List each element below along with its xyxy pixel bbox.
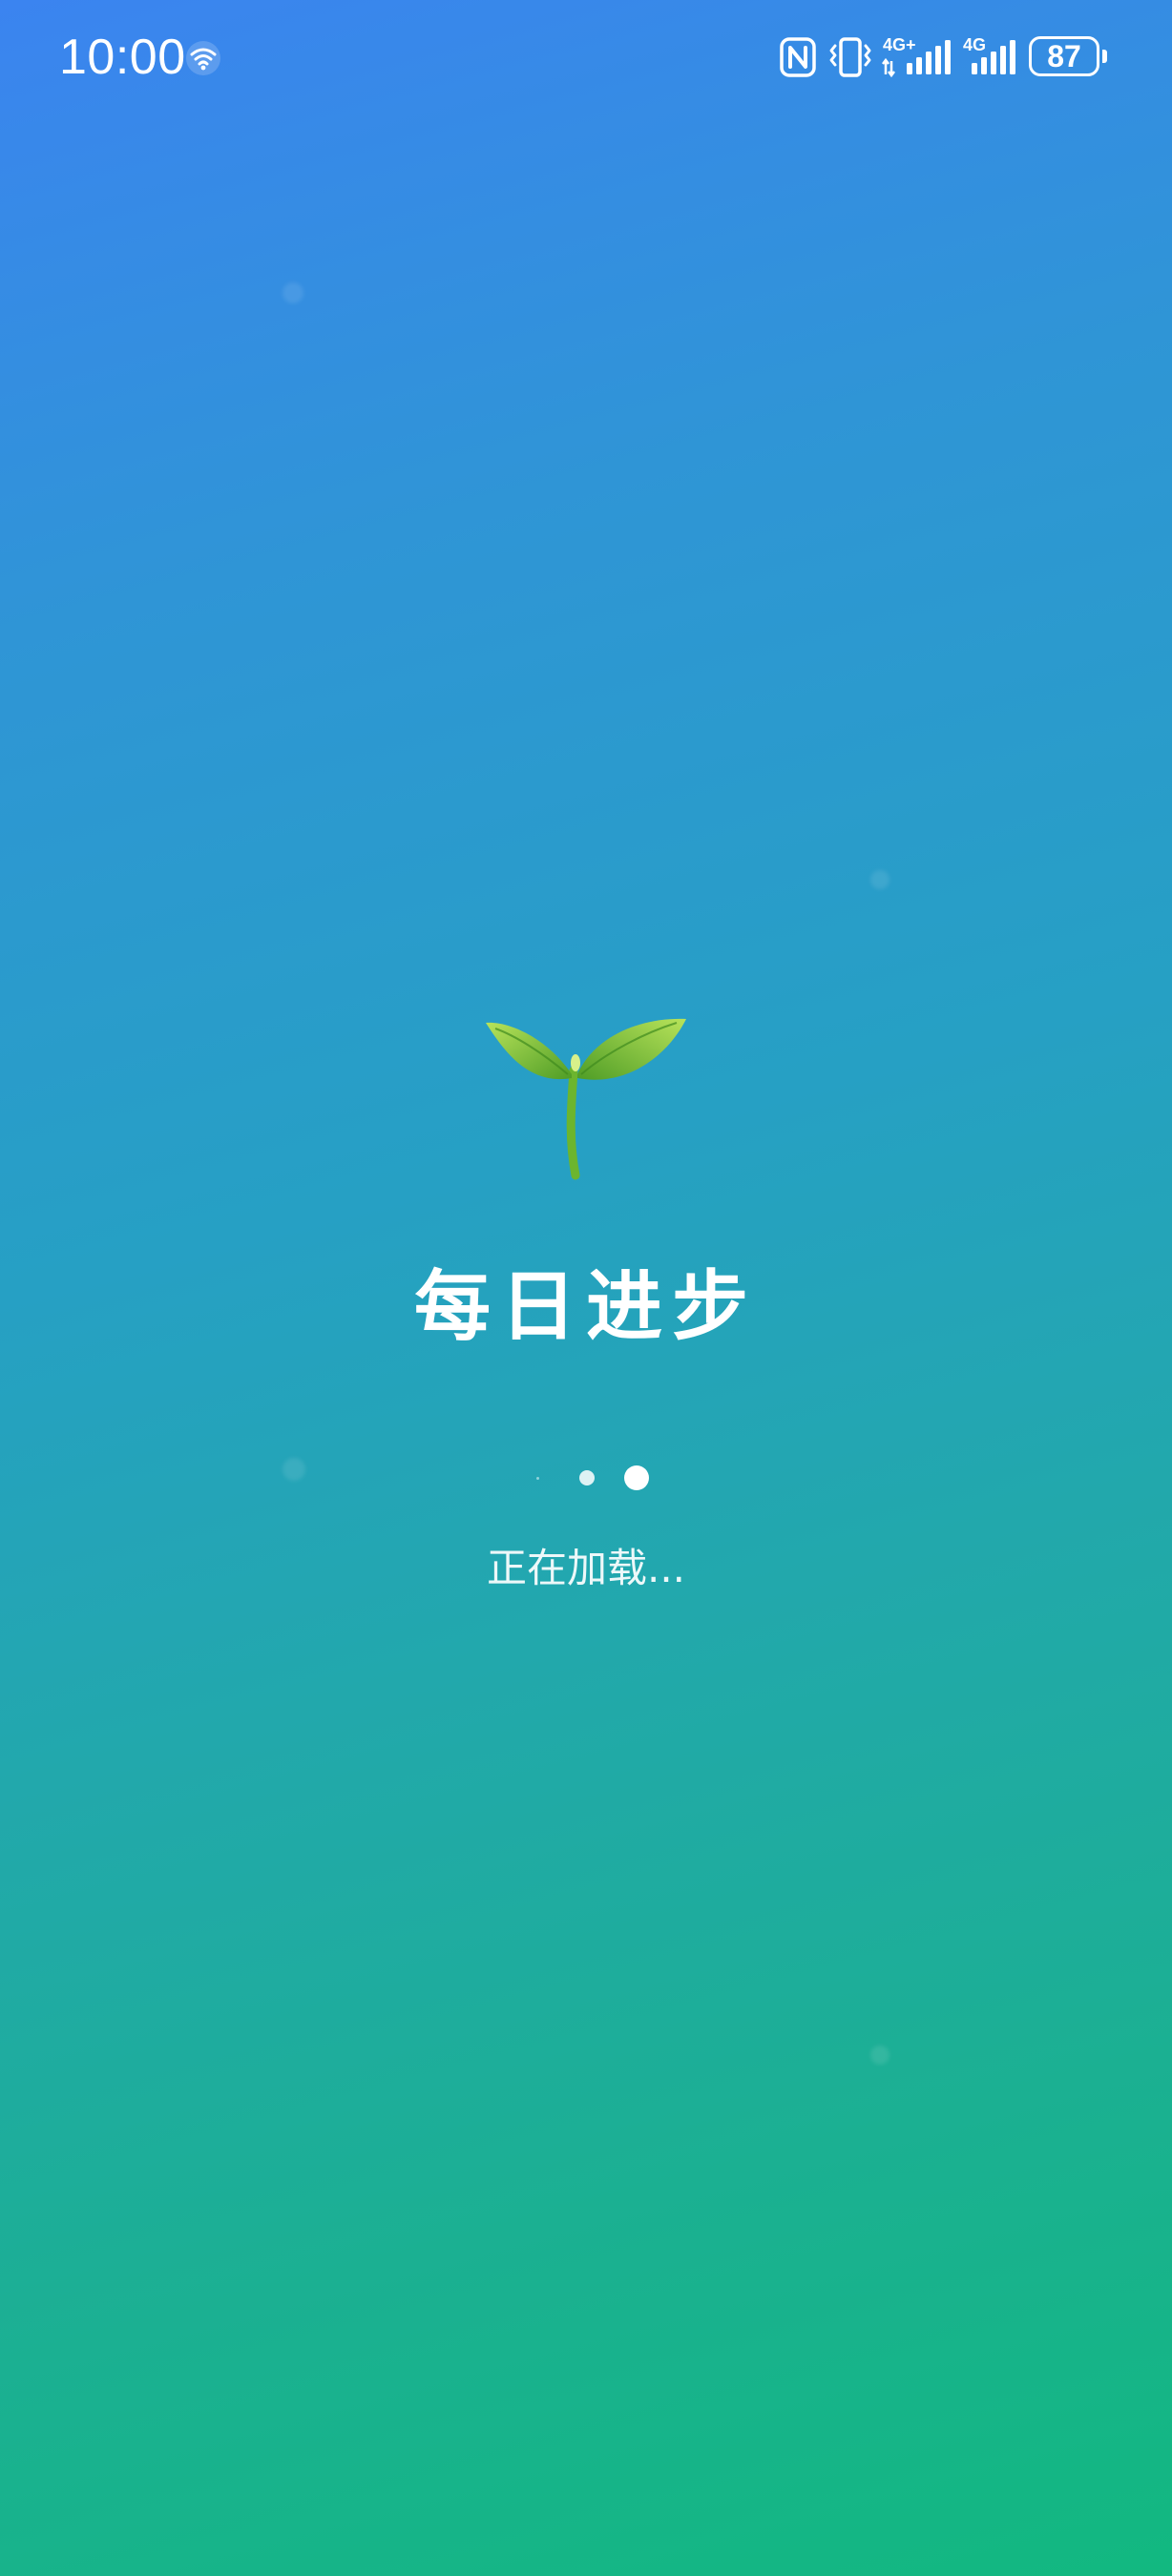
battery-level: 87 <box>1047 38 1081 73</box>
background-particle <box>870 870 889 889</box>
loading-dot <box>624 1465 649 1490</box>
vibrate-icon <box>829 37 871 77</box>
battery-tip <box>1102 50 1107 63</box>
app-title: 每日进步 <box>414 1262 758 1351</box>
loading-dot <box>579 1470 595 1485</box>
background-particle <box>283 282 303 303</box>
network-type-label: 4G <box>963 35 986 54</box>
wifi-icon <box>186 41 220 75</box>
status-time: 10:00 <box>59 30 186 85</box>
signal-icon: 4G <box>963 35 1015 74</box>
loading-dot <box>536 1477 539 1480</box>
loading-indicator <box>0 1465 1172 1493</box>
loading-text: 正在加载... <box>486 1545 686 1591</box>
network-type-label: 4G+ <box>883 35 916 54</box>
nfc-icon <box>780 37 816 77</box>
sprout-icon <box>486 1018 686 1180</box>
background-particle <box>870 2046 889 2065</box>
signal-icon: 4G+ <box>882 35 951 78</box>
battery-icon: 87 <box>1029 36 1099 76</box>
status-bar: 10:00 4G+ 4G 87 <box>0 0 1172 114</box>
